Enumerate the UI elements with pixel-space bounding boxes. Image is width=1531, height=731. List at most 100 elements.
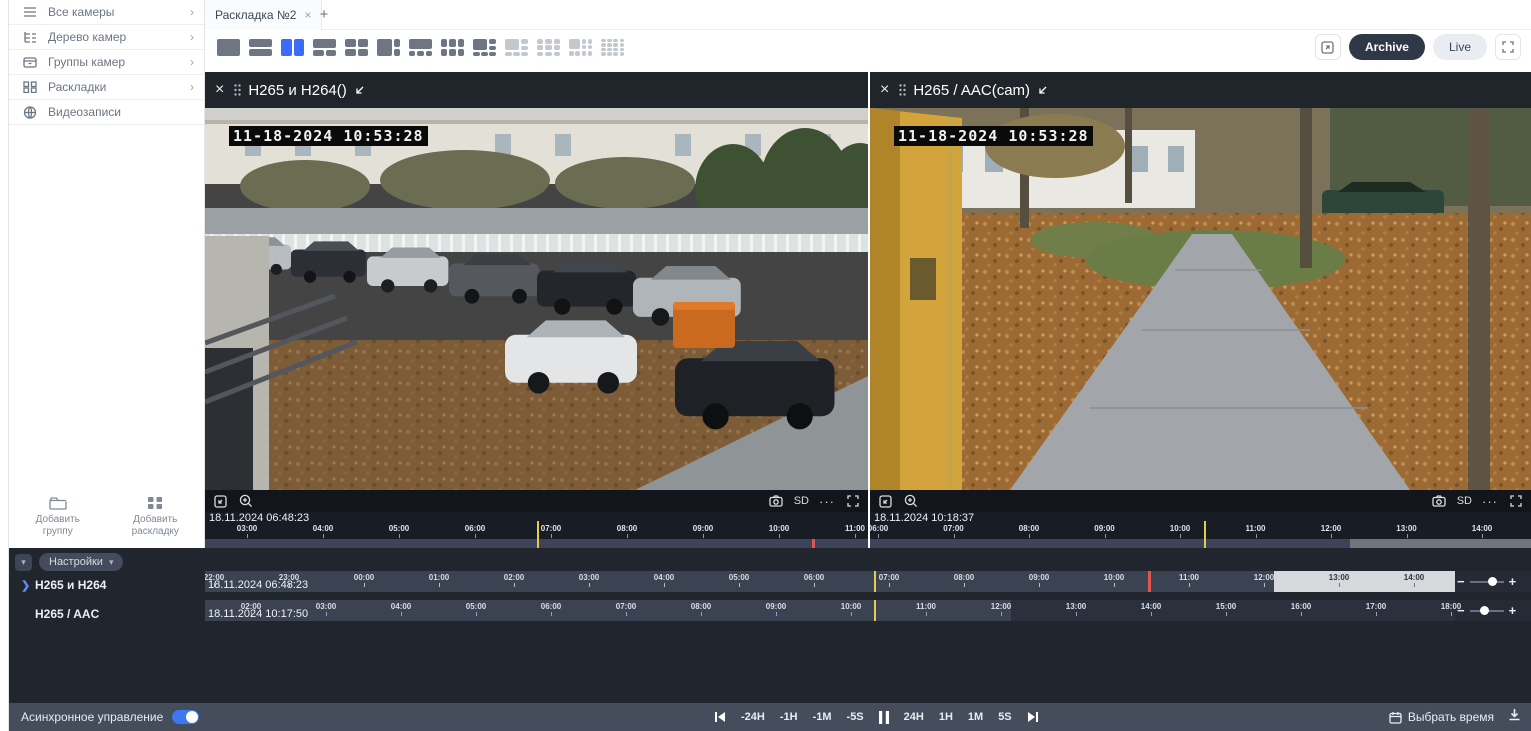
sidebar-item-layouts[interactable]: Раскладки › bbox=[9, 75, 204, 100]
playhead-cursor[interactable] bbox=[537, 521, 539, 548]
zoom-slider[interactable] bbox=[1470, 610, 1504, 612]
drag-handle-icon[interactable] bbox=[234, 84, 241, 96]
live-mode-button[interactable]: Live bbox=[1433, 34, 1487, 60]
future-region bbox=[1274, 571, 1464, 592]
zoom-slider-knob[interactable] bbox=[1480, 606, 1489, 615]
layout-1big-2right-icon[interactable] bbox=[377, 39, 400, 56]
tab-layout-2[interactable]: Раскладка №2 × bbox=[205, 0, 322, 30]
tab-close-icon[interactable]: × bbox=[304, 8, 311, 22]
more-icon[interactable]: ··· bbox=[1482, 494, 1498, 509]
layout-2cols-icon[interactable] bbox=[281, 39, 304, 56]
step-fwd-24h-button[interactable]: 24H bbox=[904, 711, 924, 723]
sidebar-item-label: Группы камер bbox=[48, 55, 190, 69]
layout-2x3-icon[interactable] bbox=[441, 39, 464, 56]
collapse-icon[interactable] bbox=[354, 85, 365, 96]
camera-2-video[interactable]: 11-18-2024 10:53:28 bbox=[870, 108, 1531, 490]
playhead-cursor[interactable] bbox=[874, 571, 876, 592]
more-icon[interactable]: ··· bbox=[819, 494, 835, 509]
zoom-out-button[interactable]: − bbox=[1457, 575, 1465, 588]
async-toggle[interactable] bbox=[172, 710, 199, 724]
layout-1big-7-icon[interactable] bbox=[505, 39, 528, 56]
playhead-cursor[interactable] bbox=[1204, 521, 1206, 548]
timeline-tick bbox=[776, 612, 777, 616]
fullscreen-icon[interactable] bbox=[845, 494, 860, 509]
popout-button[interactable] bbox=[1315, 34, 1341, 60]
step-back-5s-button[interactable]: -5S bbox=[847, 711, 864, 723]
camera-2-title: H265 / AAC(cam) bbox=[913, 82, 1030, 99]
pick-time-label: Выбрать время bbox=[1408, 710, 1494, 724]
timeline-hour-label: 03:00 bbox=[316, 602, 336, 611]
popout-icon[interactable] bbox=[878, 494, 893, 509]
zoom-slider[interactable] bbox=[1470, 581, 1504, 583]
timeline-hour-label: 11:00 bbox=[1245, 524, 1265, 533]
archive-mode-button[interactable]: Archive bbox=[1349, 34, 1425, 60]
track-item-2[interactable]: H265 / AAC bbox=[9, 604, 205, 624]
camera-1-video[interactable]: 11-18-2024 10:53:28 bbox=[205, 108, 868, 490]
layout-2x2-icon[interactable] bbox=[345, 39, 368, 56]
add-group-button[interactable]: Добавить группу bbox=[9, 492, 107, 542]
zoom-in-icon[interactable] bbox=[238, 494, 253, 509]
step-fwd-1h-button[interactable]: 1H bbox=[939, 711, 953, 723]
layout-1x1-icon[interactable] bbox=[217, 39, 240, 56]
sidebar-item-all-cameras[interactable]: Все камеры › bbox=[9, 0, 204, 25]
quality-badge[interactable]: SD bbox=[1457, 495, 1472, 507]
skip-end-icon[interactable] bbox=[1027, 711, 1039, 723]
zoom-out-button[interactable]: − bbox=[1457, 604, 1465, 617]
fullscreen-icon[interactable] bbox=[1508, 494, 1523, 509]
drag-handle-icon[interactable] bbox=[899, 84, 906, 96]
camera-2-timeline[interactable]: 18.11.2024 10:18:37 06:0007:0008:0009:00… bbox=[870, 512, 1531, 548]
zoom-in-button[interactable]: + bbox=[1509, 604, 1517, 617]
snapshot-icon[interactable] bbox=[1432, 494, 1447, 509]
layouts-icon bbox=[23, 80, 39, 94]
close-icon[interactable]: × bbox=[215, 81, 224, 99]
settings-button[interactable]: Настройки ▾ bbox=[39, 553, 123, 571]
track-item-1[interactable]: ❯ H265 и H264 bbox=[9, 575, 205, 595]
timeline-tick bbox=[1105, 534, 1106, 538]
zoom-slider-knob[interactable] bbox=[1488, 577, 1497, 586]
layout-4x4-icon[interactable] bbox=[601, 39, 624, 56]
close-icon[interactable]: × bbox=[880, 81, 889, 99]
expand-chevron-icon[interactable]: ❯ bbox=[21, 579, 35, 592]
camera-1-header[interactable]: × H265 и H264() bbox=[205, 72, 868, 108]
track-2-timeline[interactable]: 18.11.2024 10:17:50 02:0003:0004:0005:00… bbox=[205, 600, 1531, 621]
timeline-hour-label: 07:00 bbox=[879, 573, 899, 582]
step-back-24h-button[interactable]: -24H bbox=[741, 711, 765, 723]
layout-1big-8-icon[interactable] bbox=[569, 39, 592, 56]
layout-1plus2-icon[interactable] bbox=[313, 39, 336, 56]
pick-time-button[interactable]: Выбрать время bbox=[1389, 710, 1494, 724]
sidebar-item-camera-tree[interactable]: Дерево камер › bbox=[9, 25, 204, 50]
step-fwd-5s-button[interactable]: 5S bbox=[998, 711, 1011, 723]
timeline-zoom-control: −+ bbox=[1457, 571, 1529, 592]
new-tab-button[interactable]: + bbox=[313, 4, 335, 26]
zoom-in-button[interactable]: + bbox=[1509, 575, 1517, 588]
download-icon[interactable] bbox=[1508, 708, 1521, 726]
sidebar-item-label: Дерево камер bbox=[48, 30, 190, 44]
add-layout-button[interactable]: Добавить раскладку bbox=[107, 492, 205, 542]
track-1-timeline[interactable]: 18.11.2024 06:48:23 22:0023:0000:0001:00… bbox=[205, 571, 1531, 592]
step-back-1h-button[interactable]: -1H bbox=[780, 711, 798, 723]
playhead-cursor[interactable] bbox=[874, 600, 876, 621]
step-fwd-1m-button[interactable]: 1M bbox=[968, 711, 983, 723]
timeline-hour-label: 08:00 bbox=[691, 602, 711, 611]
sidebar-item-camera-groups[interactable]: Группы камер › bbox=[9, 50, 204, 75]
fullscreen-icon[interactable] bbox=[1495, 34, 1521, 60]
sidebar-item-recordings[interactable]: Видеозаписи bbox=[9, 100, 204, 125]
timeline-hour-label: 09:00 bbox=[1094, 524, 1114, 533]
collapse-panel-button[interactable]: ▾ bbox=[15, 554, 32, 571]
sidebar-item-label: Видеозаписи bbox=[48, 105, 194, 119]
layout-3x3-icon[interactable] bbox=[537, 39, 560, 56]
zoom-in-icon[interactable] bbox=[903, 494, 918, 509]
layout-2rows-icon[interactable] bbox=[249, 39, 272, 56]
skip-start-icon[interactable] bbox=[714, 711, 726, 723]
layout-1big-5-icon[interactable] bbox=[473, 39, 496, 56]
camera-1-timeline[interactable]: 18.11.2024 06:48:23 03:0004:0005:0006:00… bbox=[205, 512, 868, 548]
quality-badge[interactable]: SD bbox=[794, 495, 809, 507]
layout-1big-3bottom-icon[interactable] bbox=[409, 39, 432, 56]
timeline-tick bbox=[247, 534, 248, 538]
step-back-1m-button[interactable]: -1M bbox=[813, 711, 832, 723]
pause-icon[interactable] bbox=[879, 711, 889, 724]
camera-2-header[interactable]: × H265 / AAC(cam) bbox=[870, 72, 1531, 108]
collapse-icon[interactable] bbox=[1037, 85, 1048, 96]
snapshot-icon[interactable] bbox=[769, 494, 784, 509]
popout-icon[interactable] bbox=[213, 494, 228, 509]
